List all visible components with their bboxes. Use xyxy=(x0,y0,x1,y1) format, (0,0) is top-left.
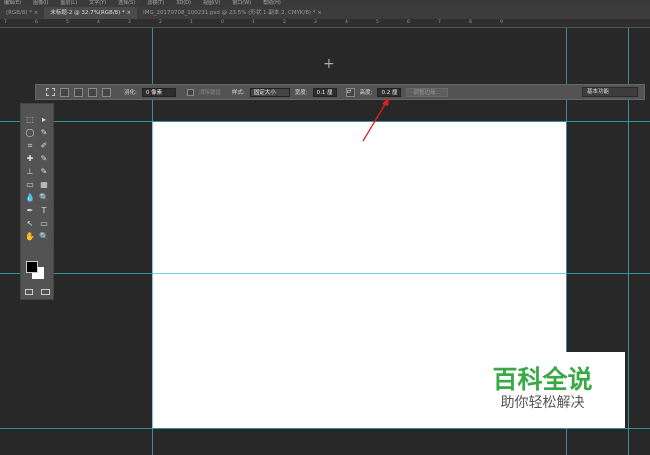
foreground-color-swatch[interactable] xyxy=(26,261,38,273)
watermark-subtitle: 助你轻松解决 xyxy=(500,395,585,411)
watermark-logo: 百科全说 助你轻松解决 xyxy=(460,352,625,428)
watermark-title: 百科全说 xyxy=(492,365,593,394)
